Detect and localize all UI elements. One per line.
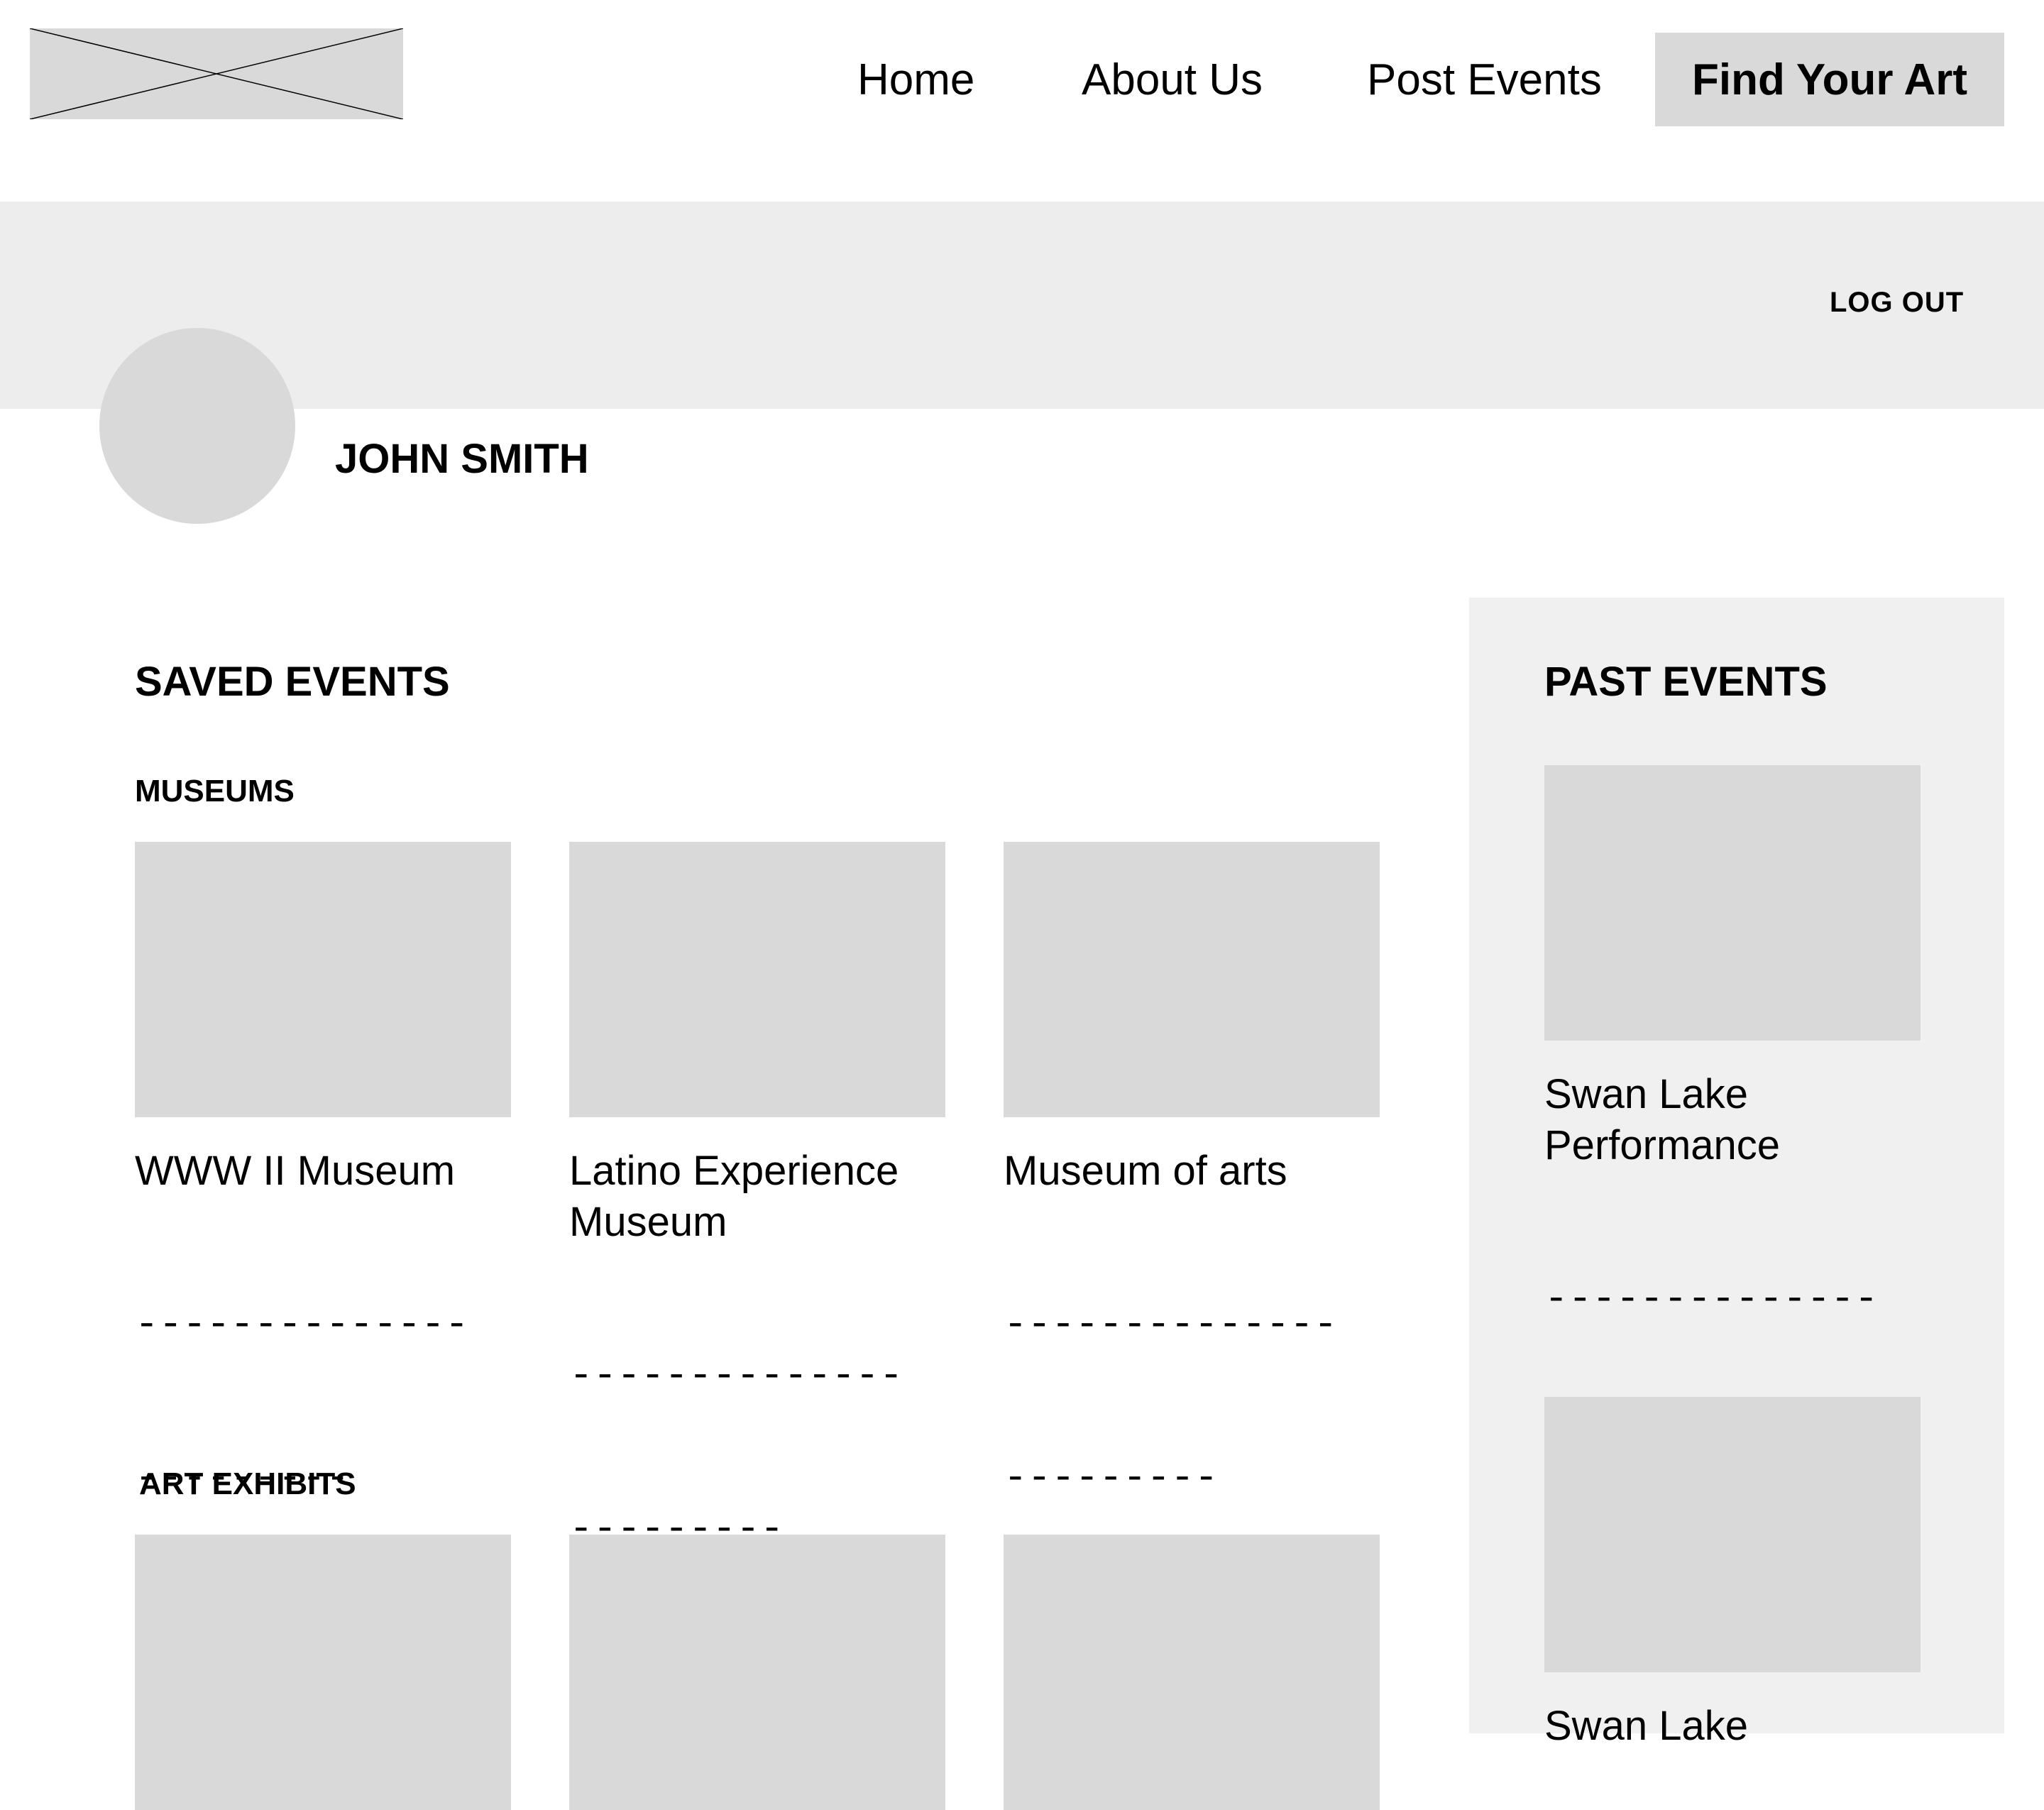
art-exhibits-category-title: ART EXHIBITS — [139, 1466, 356, 1501]
nav-post-events[interactable]: Post Events — [1367, 55, 1602, 105]
description-line: -------------- — [1004, 1302, 1338, 1347]
event-title: Latino Experience Museum — [569, 1148, 899, 1245]
event-title: WWW II Museum — [135, 1148, 456, 1194]
art-exhibit-card[interactable] — [1004, 1535, 1380, 1810]
event-image-placeholder — [135, 842, 511, 1117]
description-line: -------------- — [569, 1353, 903, 1398]
logo-placeholder[interactable] — [30, 28, 403, 119]
image-placeholder-icon — [30, 28, 403, 119]
event-image-placeholder — [1544, 765, 1921, 1041]
past-event-card[interactable]: Swan Lake — [1544, 1397, 1921, 1752]
find-your-art-button[interactable]: Find Your Art — [1655, 33, 2004, 126]
description-line: -------------- — [135, 1302, 469, 1347]
event-image-placeholder — [569, 1535, 945, 1810]
event-image-placeholder — [1544, 1397, 1921, 1672]
saved-events-title: SAVED EVENTS — [135, 659, 450, 705]
past-events-title: PAST EVENTS — [1544, 659, 1828, 705]
user-name: JOHN SMITH — [335, 436, 589, 482]
art-exhibit-card[interactable] — [569, 1535, 945, 1810]
nav-about-us[interactable]: About Us — [1082, 55, 1263, 105]
event-image-placeholder — [135, 1535, 511, 1810]
logout-link[interactable]: LOG OUT — [1830, 287, 1964, 318]
profile-banner — [0, 202, 2044, 409]
event-title: Museum of arts — [1004, 1148, 1287, 1194]
event-image-placeholder — [1004, 1535, 1380, 1810]
event-image-placeholder — [569, 842, 945, 1117]
description-line: --------- — [1004, 1455, 1219, 1501]
avatar[interactable] — [99, 328, 295, 524]
event-title: Swan Lake — [1544, 1703, 1748, 1749]
event-image-placeholder — [1004, 842, 1380, 1117]
event-title: Swan Lake Performance — [1544, 1071, 1781, 1168]
art-exhibit-card[interactable] — [135, 1535, 511, 1810]
nav-home[interactable]: Home — [857, 55, 974, 105]
museums-category-title: MUSEUMS — [135, 774, 295, 808]
description-line: -------------- — [1544, 1276, 1879, 1322]
